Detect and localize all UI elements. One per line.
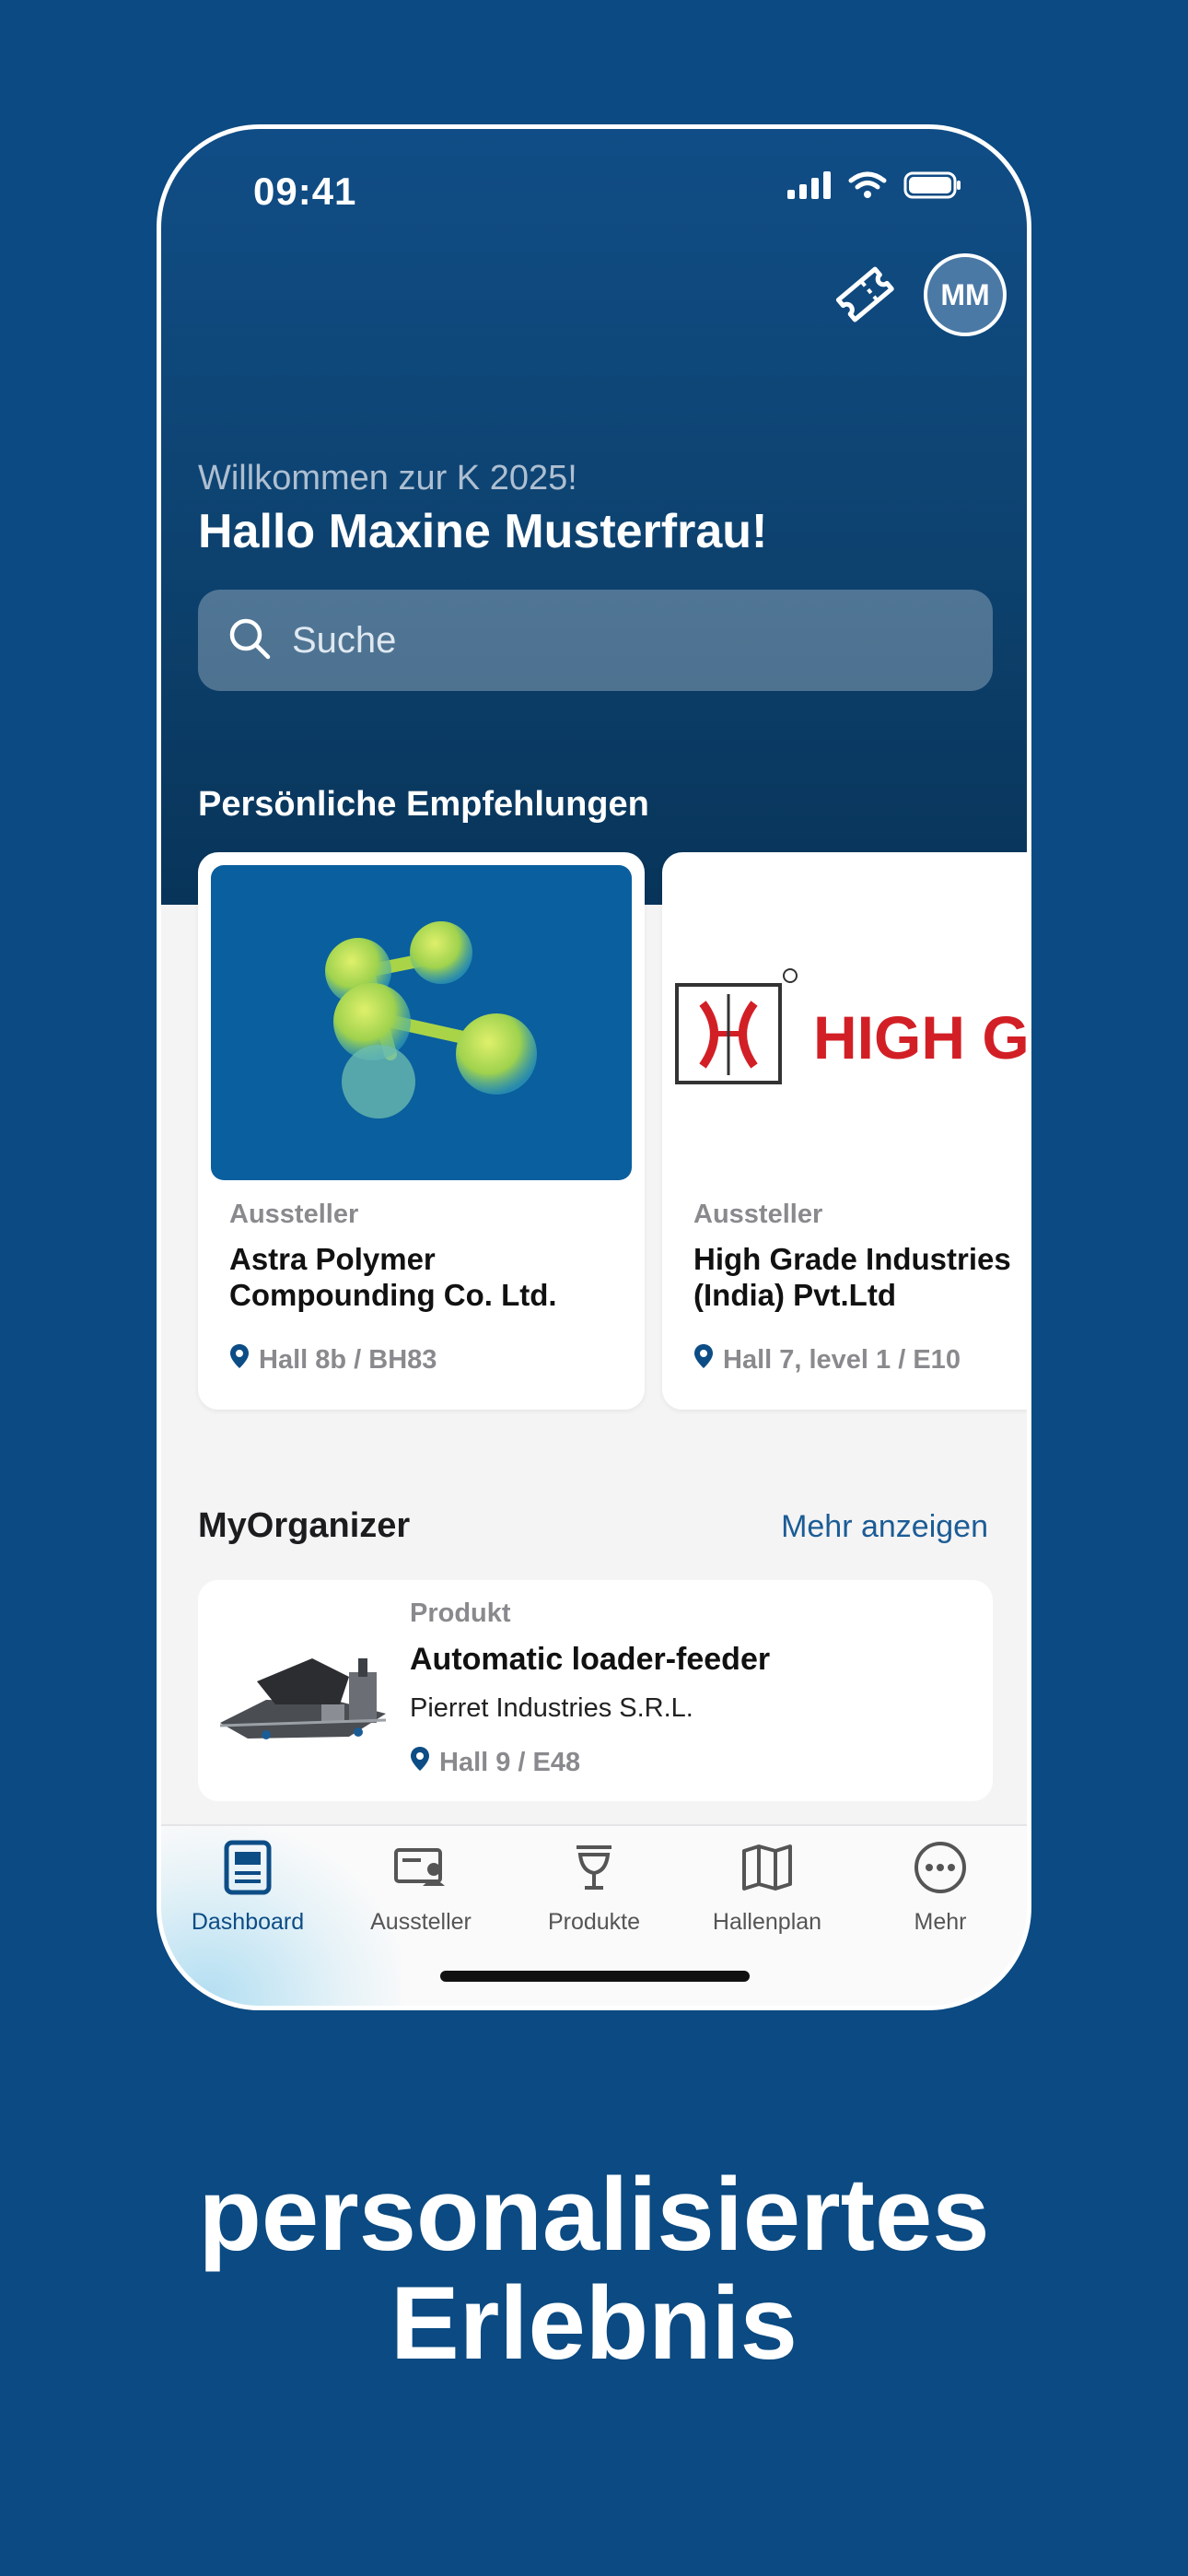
- location-pin-icon: [229, 1343, 250, 1376]
- promo-tagline: personalisiertes Erlebnis: [0, 2160, 1188, 2378]
- ticket-icon: [827, 256, 901, 334]
- tab-label: Aussteller: [370, 1909, 472, 1935]
- avatar[interactable]: MM: [924, 253, 1007, 336]
- dashboard-icon: [224, 1840, 272, 1900]
- search-icon: [227, 616, 272, 665]
- item-location: Hall 9 / E48: [410, 1746, 580, 1779]
- map-icon: [741, 1844, 793, 1896]
- tab-hallenplan[interactable]: Hallenplan: [681, 1837, 854, 1948]
- item-name: Automatic loader-feeder: [410, 1642, 771, 1677]
- search-placeholder: Suche: [292, 619, 397, 661]
- product-image: [211, 1617, 395, 1755]
- item-kind: Produkt: [410, 1598, 511, 1628]
- tab-label: Mehr: [914, 1909, 967, 1935]
- greeting-title: Hallo Maxine Musterfrau!: [198, 505, 768, 558]
- signal-icon: [787, 171, 832, 199]
- ticket-button[interactable]: [822, 253, 905, 336]
- organizer-item[interactable]: Produkt Automatic loader-feeder Pierret …: [198, 1580, 993, 1801]
- tagline-line-1: personalisiertes: [198, 2157, 990, 2272]
- card-name: High Grade Industries (India) Pvt.Ltd: [693, 1242, 1011, 1312]
- home-indicator[interactable]: [440, 1971, 750, 1982]
- product-icon: [574, 1844, 614, 1896]
- recommendation-card[interactable]: HIGH GRA Aussteller High Grade Industrie…: [662, 852, 1031, 1410]
- tab-label: Produkte: [547, 1909, 641, 1935]
- exhibitor-logo: HIGH GRA: [675, 865, 1031, 1180]
- status-icons: [787, 171, 962, 199]
- exhibitor-image: [211, 865, 632, 1180]
- welcome-subtitle: Willkommen zur K 2025!: [198, 459, 577, 498]
- battery-icon: [903, 171, 962, 199]
- item-company: Pierret Industries S.R.L.: [410, 1693, 693, 1723]
- location-pin-icon: [410, 1746, 430, 1779]
- location-pin-icon: [693, 1343, 714, 1376]
- tab-dashboard[interactable]: Dashboard: [161, 1837, 334, 1948]
- recommendations-title: Persönliche Empfehlungen: [198, 785, 649, 824]
- card-kind: Aussteller: [693, 1200, 823, 1229]
- organizer-title: MyOrganizer: [198, 1506, 411, 1545]
- card-location: Hall 7, level 1 / E10: [693, 1343, 961, 1376]
- tab-label: Hallenplan: [712, 1909, 822, 1935]
- logo-text: HIGH GRA: [813, 1003, 1031, 1071]
- card-kind: Aussteller: [229, 1200, 359, 1229]
- phone-frame: 09:41 MM Willkommen zur K 2025! Hallo Ma…: [157, 124, 1031, 2010]
- tab-mehr[interactable]: Mehr: [854, 1837, 1027, 1948]
- card-location: Hall 8b / BH83: [229, 1343, 437, 1376]
- tab-bar: Dashboard Aussteller Produkte Hallenplan: [161, 1824, 1027, 2006]
- tab-aussteller[interactable]: Aussteller: [334, 1837, 507, 1948]
- tab-label: Dashboard: [191, 1909, 305, 1935]
- search-input[interactable]: Suche: [198, 590, 993, 691]
- status-time: 09:41: [253, 170, 357, 213]
- more-icon: [914, 1841, 967, 1899]
- exhibitor-icon: [393, 1847, 448, 1892]
- wifi-icon: [848, 171, 887, 199]
- show-more-link[interactable]: Mehr anzeigen: [781, 1509, 988, 1545]
- tab-produkte[interactable]: Produkte: [507, 1837, 681, 1948]
- recommendation-card[interactable]: Aussteller Astra Polymer Compounding Co.…: [198, 852, 645, 1410]
- card-name: Astra Polymer Compounding Co. Ltd.: [229, 1242, 557, 1312]
- tagline-line-2: Erlebnis: [390, 2266, 798, 2381]
